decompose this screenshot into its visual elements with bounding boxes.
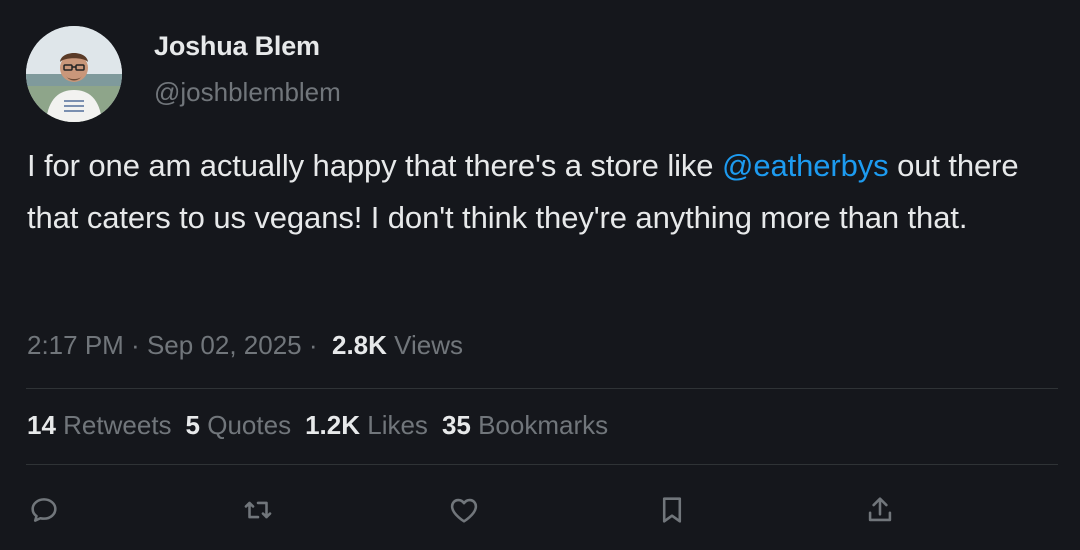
retweet-icon [244,501,272,519]
tweet-date[interactable]: Sep 02, 2025 [147,330,302,360]
share-button[interactable] [860,490,900,530]
reply-icon [31,498,57,522]
meta-separator: · [123,330,147,360]
divider [26,388,1058,389]
engagement-stats: 14 Retweets 5 Quotes 1.2K Likes 35 Bookmark… [27,410,622,441]
author-name[interactable]: Joshua Blem [154,31,320,62]
views-label: Views [394,330,464,360]
divider [26,464,1058,465]
likes-label: Likes [367,410,428,440]
views-count: 2.8K [331,330,387,360]
quotes-count: 5 [185,410,201,440]
avatar[interactable] [26,26,122,122]
retweets-label: Retweets [63,410,172,440]
like-icon [450,498,478,523]
bookmark-icon [662,497,682,523]
reply-button[interactable] [24,490,64,530]
author-handle[interactable]: @joshblemblem [154,77,341,108]
retweet-button[interactable] [238,490,278,530]
tweet-meta: 2:17 PM · Sep 02, 2025 · 2.8K Views [27,330,463,361]
likes-count: 1.2K [305,410,360,440]
action-bar [0,490,1080,530]
retweets-stat[interactable]: 14 Retweets [27,410,172,440]
tweet-time[interactable]: 2:17 PM [27,330,124,360]
quotes-stat[interactable]: 5 Quotes [186,410,292,440]
meta-separator: · [301,330,325,360]
likes-stat[interactable]: 1.2K Likes [305,410,428,440]
tweet-card: Joshua Blem @joshblemblem I for one am a… [0,0,1080,550]
bookmark-button[interactable] [652,490,692,530]
tweet-text-before: I for one am actually happy that there's… [27,148,722,183]
mention-link[interactable]: @eatherbys [722,148,889,183]
tweet-text: I for one am actually happy that there's… [27,140,1063,244]
avatar-photo [26,26,122,122]
retweets-count: 14 [27,410,56,440]
bookmarks-count: 35 [441,410,471,440]
share-icon [868,497,892,522]
bookmarks-label: Bookmarks [478,410,609,440]
quotes-label: Quotes [207,410,292,440]
like-button[interactable] [444,490,484,530]
bookmarks-stat[interactable]: 35 Bookmarks [442,410,608,440]
